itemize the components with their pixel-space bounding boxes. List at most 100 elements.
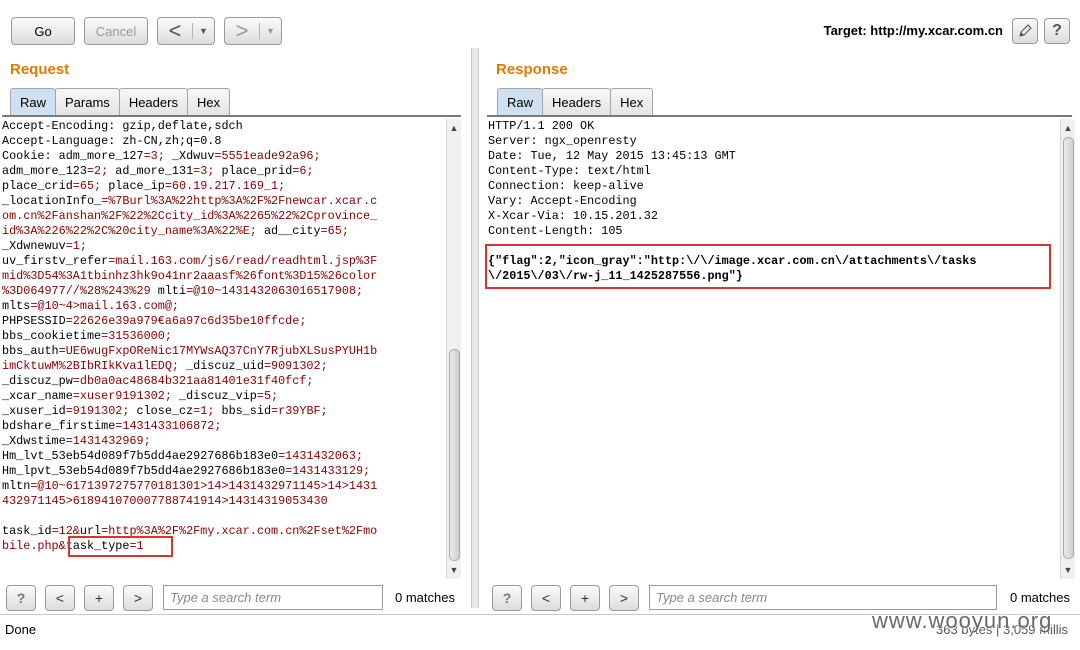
tab-response-raw[interactable]: Raw xyxy=(497,88,544,116)
request-token: adm_more_127 xyxy=(58,149,144,163)
request-token: =9091302; xyxy=(263,359,328,373)
plus-icon: + xyxy=(580,590,590,606)
cancel-button-label: Cancel xyxy=(95,23,137,39)
request-token: =60.19.217.169_1; xyxy=(164,179,286,193)
request-token: =5551eade92a96; xyxy=(214,149,321,163)
request-token: id%3A%226%22%2C%20city_name%3A%22%E; xyxy=(2,224,264,238)
edit-target-button[interactable] xyxy=(1012,18,1038,44)
request-token: Hm_lvt_53eb54d089f7b5dd4ae2927686b183e0 xyxy=(2,449,279,463)
request-token: imCktuwM%2BIbRIkKva1lEDQ; xyxy=(2,359,187,373)
response-header-line: Connection: keep-alive xyxy=(488,179,644,193)
request-token: =6; xyxy=(292,164,314,178)
request-token: =mail.163.com/js6/read/readhtml.jsp%3F xyxy=(108,254,378,268)
response-editor[interactable]: HTTP/1.1 200 OK Server: ngx_openresty Date… xyxy=(488,119,1058,579)
request-token: =1; xyxy=(193,404,222,418)
scroll-up-icon[interactable]: ▲ xyxy=(447,121,461,135)
tab-request-headers[interactable]: Headers xyxy=(118,88,188,116)
response-header-line: Content-Type: text/html xyxy=(488,164,651,178)
back-dropdown-icon[interactable]: ▼ xyxy=(192,23,214,39)
scroll-down-icon[interactable]: ▼ xyxy=(447,563,461,577)
request-token: =3; xyxy=(143,149,172,163)
request-token: uv_firstv_refer xyxy=(2,254,109,268)
request-line: _xcar_name=xuser9191302; _discuz_vip=5; xyxy=(2,389,444,404)
go-button[interactable]: Go xyxy=(11,17,75,45)
request-scrollbar[interactable]: ▲ ▼ xyxy=(446,119,461,579)
request-token: _xuser_id xyxy=(2,404,66,418)
request-token: =@10~1431432063016517908; xyxy=(186,284,364,298)
request-token: bile.php xyxy=(2,539,59,553)
pencil-icon xyxy=(1019,24,1032,37)
response-body-highlight xyxy=(485,244,1051,289)
request-token: mlti xyxy=(157,284,187,298)
go-button-label: Go xyxy=(34,23,52,39)
request-token: =r39YBF; xyxy=(271,404,328,418)
request-line: _Xdwnewuv=1; xyxy=(2,239,444,254)
back-button[interactable]: < ▼ xyxy=(157,17,215,45)
request-token: close_cz xyxy=(136,404,194,418)
request-token: _discuz_vip xyxy=(179,389,257,403)
request-search-prev-button[interactable]: < xyxy=(45,585,75,611)
prev-icon: < xyxy=(541,590,551,606)
tab-response-hex[interactable]: Hex xyxy=(610,88,654,116)
request-token: _Xdwnewuv xyxy=(2,239,66,253)
prev-icon: < xyxy=(55,590,65,606)
request-line: mlts=@10~4>mail.163.com@; xyxy=(2,299,444,314)
request-line: place_crid=65; place_ip=60.19.217.169_1; xyxy=(2,179,444,194)
tab-request-raw[interactable]: Raw xyxy=(10,88,57,116)
request-search-input[interactable] xyxy=(163,585,383,610)
request-token: _Xdwuv xyxy=(171,149,215,163)
response-scrollbar[interactable]: ▲ ▼ xyxy=(1060,119,1075,579)
response-search-add-button[interactable]: + xyxy=(570,585,600,611)
request-token: place_prid xyxy=(221,164,293,178)
request-scroll-thumb[interactable] xyxy=(449,349,460,561)
response-header-line: X-Xcar-Via: 10.15.201.32 xyxy=(488,209,658,223)
request-line: id%3A%226%22%2C%20city_name%3A%22%E; ad_… xyxy=(2,224,444,239)
watermark: www.wooyun.org xyxy=(872,608,1053,633)
request-token: & xyxy=(58,539,66,553)
request-token: =3; xyxy=(193,164,222,178)
request-token: =31536000; xyxy=(101,329,172,343)
request-line: adm_more_123=2; ad_more_131=3; place_pri… xyxy=(2,164,444,179)
request-line: _locationInfo_=%7Burl%3A%22http%3A%2F%2F… xyxy=(2,194,444,209)
response-search-help-button[interactable]: ? xyxy=(492,585,522,611)
response-search-next-button[interactable]: > xyxy=(609,585,639,611)
tab-request-hex[interactable]: Hex xyxy=(186,88,231,116)
tab-response-headers[interactable]: Headers xyxy=(542,88,612,116)
request-token: task_id xyxy=(2,524,52,538)
request-token: Accept-Encoding: gzip,deflate,sdch xyxy=(2,119,243,133)
help-button[interactable]: ? xyxy=(1044,18,1070,44)
status-text: Done xyxy=(5,622,37,637)
request-token: _Xdwstime xyxy=(2,434,66,448)
request-token: mltn xyxy=(2,479,31,493)
request-line: Hm_lvt_53eb54d089f7b5dd4ae2927686b183e0=… xyxy=(2,449,444,464)
request-search-add-button[interactable]: + xyxy=(84,585,114,611)
request-token: =9191302; xyxy=(65,404,137,418)
request-token: =1431433106872; xyxy=(115,419,222,433)
response-search-input[interactable] xyxy=(649,585,997,610)
back-arrow-icon: < xyxy=(168,18,182,43)
request-line: mltn=@10~6171397275770181301>14>14314329… xyxy=(2,479,444,494)
help-icon: ? xyxy=(502,590,512,606)
next-icon: > xyxy=(619,590,629,606)
request-token: =%7Burl%3A%22http%3A%2F%2Fnewcar.xcar.c xyxy=(101,194,378,208)
request-line xyxy=(2,509,444,524)
cancel-button[interactable]: Cancel xyxy=(84,17,148,45)
response-scroll-thumb[interactable] xyxy=(1063,137,1074,559)
response-header-line: Server: ngx_openresty xyxy=(488,134,637,148)
response-tab-underline xyxy=(487,115,1072,117)
pane-divider[interactable] xyxy=(471,48,479,608)
request-editor[interactable]: Accept-Encoding: gzip,deflate,sdch Accept… xyxy=(2,119,444,579)
request-search-help-button[interactable]: ? xyxy=(6,585,36,611)
forward-button[interactable]: > ▼ xyxy=(224,17,282,45)
scroll-up-icon[interactable]: ▲ xyxy=(1061,121,1075,135)
request-search-next-button[interactable]: > xyxy=(123,585,153,611)
tab-request-params[interactable]: Params xyxy=(55,88,120,116)
request-token: _xcar_name xyxy=(2,389,73,403)
response-search-prev-button[interactable]: < xyxy=(531,585,561,611)
request-token: =UE6wugFxpOReNic17MYWsAQ37CnY7RjubXLSusP… xyxy=(58,344,378,358)
forward-dropdown-icon[interactable]: ▼ xyxy=(259,23,281,39)
request-token: =1431432063; xyxy=(278,449,364,463)
scroll-down-icon[interactable]: ▼ xyxy=(1061,563,1075,577)
task-type-highlight xyxy=(68,536,173,557)
response-header-line: Date: Tue, 12 May 2015 13:45:13 GMT xyxy=(488,149,736,163)
